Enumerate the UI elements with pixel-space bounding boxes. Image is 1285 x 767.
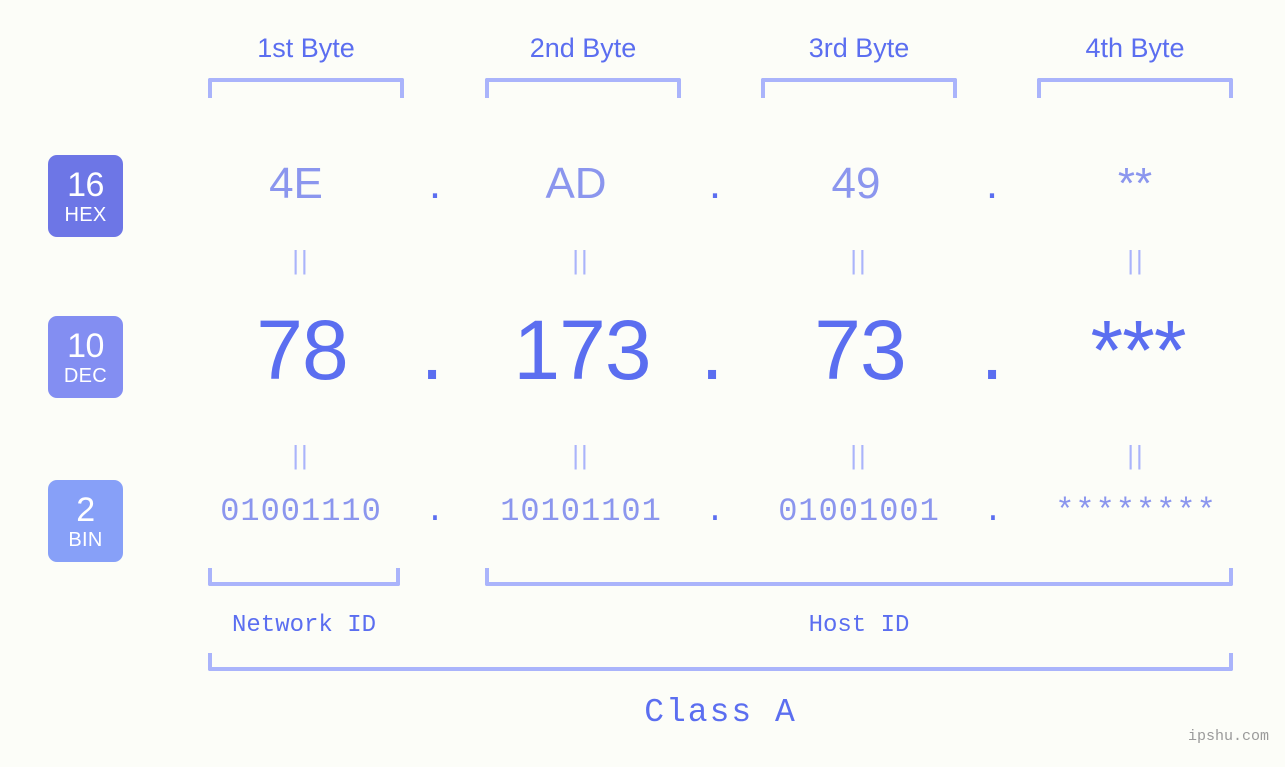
dec-octet-3: 73 xyxy=(814,303,906,397)
site-watermark: ipshu.com xyxy=(1187,728,1269,745)
bin-separator-3: . xyxy=(983,493,1003,530)
bin-octet-4: ******** xyxy=(1055,493,1217,530)
hex-separator-1: . xyxy=(428,159,442,208)
byte-bracket-3 xyxy=(761,78,957,98)
byte-header-1: 1st Byte xyxy=(257,33,355,63)
equals-mark-dec-bin-1: || xyxy=(292,440,310,470)
dec-octet-2: 173 xyxy=(513,303,651,397)
byte-bracket-4 xyxy=(1037,78,1233,98)
byte-header-4: 4th Byte xyxy=(1085,33,1185,63)
base-badge-dec-number: 10 xyxy=(67,326,104,365)
bin-octet-1: 01001110 xyxy=(220,493,382,530)
dec-octet-1: 78 xyxy=(256,303,348,397)
base-badge-hex-number: 16 xyxy=(67,165,104,204)
base-badge-dec: 10 DEC xyxy=(48,316,123,398)
dec-separator-2: . xyxy=(700,303,724,397)
hex-separator-2: . xyxy=(708,159,722,208)
bin-separator-1: . xyxy=(425,493,445,530)
network-id-label: Network ID xyxy=(231,612,377,639)
byte-bracket-2 xyxy=(485,78,681,98)
bin-octet-3: 01001001 xyxy=(778,493,940,530)
ip-address-breakdown-diagram: 1st Byte 2nd Byte 3rd Byte 4th Byte 16 H… xyxy=(0,0,1285,767)
equals-mark-hex-dec-3: || xyxy=(850,245,868,275)
equals-mark-hex-dec-4: || xyxy=(1127,245,1145,275)
hex-octet-1: 4E xyxy=(269,159,323,208)
base-badge-bin-number: 2 xyxy=(76,490,95,529)
equals-mark-hex-dec-2: || xyxy=(572,245,590,275)
byte-header-3: 3rd Byte xyxy=(808,33,910,63)
base-badge-hex-abbr: HEX xyxy=(64,203,107,226)
host-id-bracket xyxy=(485,568,1233,586)
base-badge-dec-abbr: DEC xyxy=(63,364,108,387)
bin-octet-2: 10101101 xyxy=(500,493,662,530)
base-badge-bin: 2 BIN xyxy=(48,480,123,562)
equals-mark-dec-bin-2: || xyxy=(572,440,590,470)
base-badge-bin-abbr: BIN xyxy=(68,528,103,551)
dec-separator-3: . xyxy=(980,303,1004,397)
hex-octet-3: 49 xyxy=(831,159,881,208)
hex-octet-2: AD xyxy=(545,159,607,208)
equals-mark-dec-bin-4: || xyxy=(1127,440,1145,470)
hex-octet-4: ** xyxy=(1117,159,1153,208)
class-bracket xyxy=(208,653,1233,671)
host-id-label: Host ID xyxy=(808,612,910,639)
network-id-bracket xyxy=(208,568,400,586)
class-label: Class A xyxy=(644,694,797,731)
dec-octet-4: *** xyxy=(1090,303,1186,397)
bin-separator-2: . xyxy=(705,493,725,530)
equals-mark-dec-bin-3: || xyxy=(850,440,868,470)
dec-separator-1: . xyxy=(420,303,444,397)
byte-bracket-1 xyxy=(208,78,404,98)
equals-mark-hex-dec-1: || xyxy=(292,245,310,275)
byte-header-2: 2nd Byte xyxy=(529,33,637,63)
hex-separator-3: . xyxy=(985,159,999,208)
base-badge-hex: 16 HEX xyxy=(48,155,123,237)
